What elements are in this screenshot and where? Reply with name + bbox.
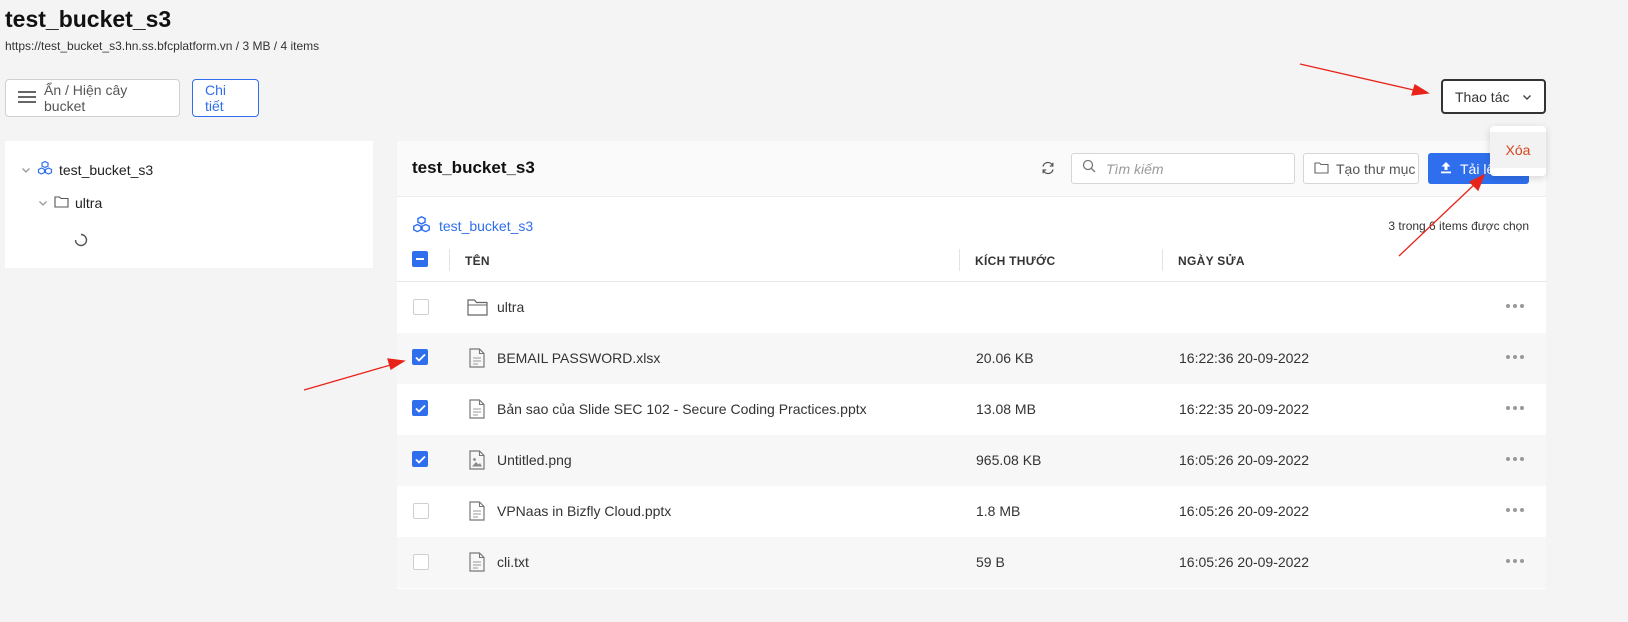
file-size: 59 B — [976, 554, 1005, 570]
selection-count: 3 trong 6 items được chọn — [1388, 219, 1529, 233]
file-icon — [469, 348, 485, 373]
table-row[interactable]: Bản sao của Slide SEC 102 - Secure Codin… — [397, 384, 1546, 435]
loading-spinner-icon — [74, 233, 88, 252]
detail-button[interactable]: Chi tiết — [192, 79, 259, 117]
file-icon — [469, 501, 485, 526]
chevron-down-icon[interactable] — [38, 195, 48, 211]
select-all-checkbox[interactable] — [412, 251, 428, 267]
file-browser-panel: test_bucket_s3 Tạo thư mục Tải lên te — [397, 141, 1546, 589]
column-header-name[interactable]: TÊN — [465, 254, 490, 268]
create-folder-label: Tạo thư mục — [1336, 160, 1416, 177]
actions-dropdown-menu: Xóa — [1490, 126, 1546, 176]
file-name[interactable]: BEMAIL PASSWORD.xlsx — [497, 350, 660, 366]
file-modified: 16:22:35 20-09-2022 — [1179, 401, 1309, 417]
table-header: TÊN KÍCH THƯỚC NGÀY SỬA — [397, 241, 1546, 282]
folder-icon — [467, 298, 488, 321]
more-options-icon[interactable] — [1506, 508, 1524, 512]
file-size: 20.06 KB — [976, 350, 1034, 366]
more-options-icon[interactable] — [1506, 406, 1524, 410]
tree-node-label: test_bucket_s3 — [59, 161, 154, 178]
file-name[interactable]: VPNaas in Bizfly Cloud.pptx — [497, 503, 671, 519]
image-file-icon — [469, 450, 485, 475]
more-options-icon[interactable] — [1506, 457, 1524, 461]
file-name[interactable]: ultra — [497, 299, 524, 315]
file-modified: 16:05:26 20-09-2022 — [1179, 554, 1309, 570]
delete-menu-item[interactable]: Xóa — [1490, 132, 1546, 168]
row-checkbox[interactable] — [413, 299, 429, 315]
file-size: 13.08 MB — [976, 401, 1036, 417]
tree-node-root[interactable]: test_bucket_s3 — [21, 160, 153, 179]
breadcrumb-label: test_bucket_s3 — [439, 218, 534, 234]
row-checkbox[interactable] — [413, 554, 429, 570]
bucket-icon — [37, 160, 53, 179]
breadcrumb[interactable]: test_bucket_s3 — [412, 215, 533, 237]
folder-icon — [54, 195, 69, 211]
actions-dropdown-button[interactable]: Thao tác — [1441, 79, 1546, 114]
panel-title: test_bucket_s3 — [412, 158, 535, 177]
file-name[interactable]: cli.txt — [497, 554, 529, 570]
file-modified: 16:05:26 20-09-2022 — [1179, 452, 1309, 468]
bucket-summary: https://test_bucket_s3.hn.ss.bfcplatform… — [5, 39, 320, 53]
table-row[interactable]: cli.txt 59 B 16:05:26 20-09-2022 — [397, 537, 1546, 588]
annotation-arrow-actions — [1299, 63, 1419, 92]
chevron-down-icon — [1522, 89, 1532, 105]
row-checkbox[interactable] — [412, 451, 428, 467]
table-row[interactable]: VPNaas in Bizfly Cloud.pptx 1.8 MB 16:05… — [397, 486, 1546, 537]
chevron-down-icon[interactable] — [21, 162, 31, 178]
annotation-arrow-checkbox — [303, 363, 395, 391]
search-icon — [1082, 159, 1096, 178]
menu-icon — [18, 90, 36, 107]
file-name[interactable]: Bản sao của Slide SEC 102 - Secure Codin… — [497, 401, 867, 417]
file-icon — [469, 552, 485, 577]
row-checkbox[interactable] — [413, 503, 429, 519]
file-icon — [469, 399, 485, 424]
table-row[interactable]: ultra — [397, 282, 1546, 333]
more-options-icon[interactable] — [1506, 304, 1524, 308]
panel-header: test_bucket_s3 Tạo thư mục Tải lên — [397, 141, 1546, 197]
file-size: 965.08 KB — [976, 452, 1042, 468]
actions-label: Thao tác — [1455, 88, 1510, 105]
annotation-arrowhead-actions — [1411, 84, 1430, 96]
create-folder-button[interactable]: Tạo thư mục — [1303, 153, 1419, 184]
column-header-size[interactable]: KÍCH THƯỚC — [975, 254, 1056, 268]
file-modified: 16:22:36 20-09-2022 — [1179, 350, 1309, 366]
more-options-icon[interactable] — [1506, 355, 1524, 359]
tree-node-label: ultra — [75, 195, 103, 211]
column-header-modified[interactable]: NGÀY SỬA — [1178, 254, 1245, 268]
upload-icon — [1440, 161, 1452, 177]
row-checkbox[interactable] — [412, 349, 428, 365]
table-row[interactable]: Untitled.png 965.08 KB 16:05:26 20-09-20… — [397, 435, 1546, 486]
page-title: test_bucket_s3 — [5, 6, 172, 32]
bucket-icon — [412, 215, 431, 237]
refresh-icon[interactable] — [1040, 160, 1056, 176]
more-options-icon[interactable] — [1506, 559, 1524, 563]
toggle-tree-label: Ẩn / Hiện cây bucket — [44, 82, 128, 114]
table-row[interactable]: BEMAIL PASSWORD.xlsx 20.06 KB 16:22:36 2… — [397, 333, 1546, 384]
file-size: 1.8 MB — [976, 503, 1021, 519]
tree-node-ultra[interactable]: ultra — [38, 195, 102, 211]
column-divider — [959, 249, 960, 271]
detail-label: Chi tiết — [205, 82, 227, 114]
toggle-tree-button[interactable]: Ẩn / Hiện cây bucket — [5, 79, 180, 117]
file-name[interactable]: Untitled.png — [497, 452, 572, 468]
search-box[interactable] — [1071, 153, 1295, 184]
file-modified: 16:05:26 20-09-2022 — [1179, 503, 1309, 519]
bucket-tree-panel: test_bucket_s3 ultra — [5, 141, 373, 268]
column-divider — [1162, 249, 1163, 271]
folder-icon — [1314, 161, 1329, 177]
row-checkbox[interactable] — [412, 400, 428, 416]
search-input[interactable] — [1104, 159, 1284, 178]
column-divider — [449, 249, 450, 271]
